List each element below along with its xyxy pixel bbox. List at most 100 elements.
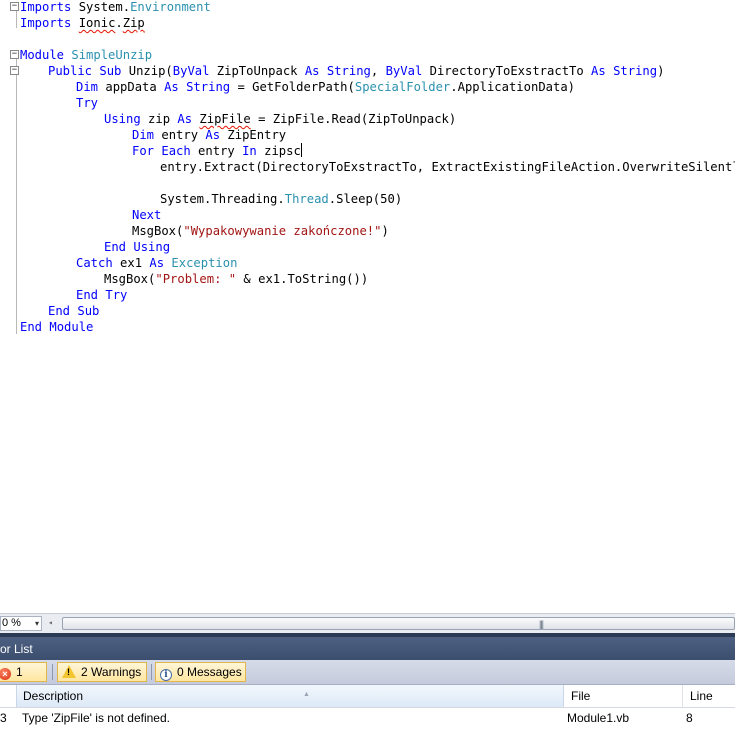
keyword: Each — [161, 144, 191, 158]
keyword: As — [304, 64, 320, 78]
keyword: Using — [104, 112, 141, 126]
code-text: zip — [140, 112, 178, 126]
code-text: , — [370, 64, 386, 78]
code-text: zipsc — [256, 144, 301, 158]
code-line: System.Threading.Thread.Sleep(50) — [160, 191, 402, 207]
code-line: End Module — [20, 319, 93, 335]
code-text: appData — [98, 80, 165, 94]
code-text: ) — [381, 224, 389, 238]
code-line: End Using — [104, 239, 170, 255]
keyword: Imports — [20, 0, 72, 14]
code-line: entry.Extract(DirectoryToExstractTo, Ext… — [160, 159, 735, 175]
code-line: Module SimpleUnzip — [20, 47, 152, 63]
toolbar-separator — [52, 664, 53, 680]
table-row[interactable]: 3 Type 'ZipFile' is not defined. Module1… — [0, 708, 735, 731]
messages-filter-button[interactable]: i 0 Messages — [155, 662, 246, 682]
chevron-down-icon: ▾ — [34, 619, 39, 628]
code-text: System.Threading. — [160, 192, 285, 206]
keyword: ByVal — [172, 64, 210, 78]
error-squiggle-text[interactable]: Ionic — [79, 16, 116, 30]
keyword: Try — [105, 288, 128, 302]
keyword: String — [613, 64, 658, 78]
string-literal: "Wypakowywanie zakończone!" — [183, 224, 382, 238]
sort-ascending-icon: ▲ — [303, 691, 310, 698]
editor-status-strip: 0 % ▾ ◂ ||| — [0, 613, 735, 633]
text-caret — [300, 143, 302, 157]
outline-collapse-module[interactable]: − — [10, 50, 19, 59]
zoom-dropdown[interactable]: 0 % ▾ — [0, 616, 42, 631]
error-squiggle-text[interactable]: ZipFile — [199, 112, 250, 126]
outline-collapse-imports[interactable]: − — [10, 2, 19, 11]
code-text: .ApplicationData) — [450, 80, 576, 94]
code-line: Dim entry As ZipEntry — [132, 127, 286, 143]
keyword: String — [326, 64, 371, 78]
keyword: Imports — [20, 16, 72, 30]
scrollbar-thumb[interactable]: ||| — [62, 617, 735, 630]
keyword: ByVal — [385, 64, 423, 78]
row-description: Type 'ZipFile' is not defined. — [22, 711, 170, 725]
keyword: Dim — [132, 128, 155, 142]
keyword: Try — [76, 96, 99, 110]
keyword: As — [149, 256, 165, 270]
scroll-grip-icon: ||| — [539, 619, 544, 629]
keyword: As — [591, 64, 606, 78]
keyword: Catch — [76, 256, 113, 270]
errors-filter-button[interactable]: ×1 Error — [0, 662, 47, 697]
code-text: MsgBox( — [104, 272, 156, 286]
keyword: End — [48, 304, 71, 318]
code-line: Dim appData As String = GetFolderPath(Sp… — [76, 79, 575, 95]
type-name: Exception — [171, 256, 238, 270]
keyword: Dim — [76, 80, 99, 94]
keyword: As — [177, 112, 193, 126]
code-text: entry.Extract(DirectoryToExstractTo, Ext… — [160, 160, 735, 174]
info-icon: i — [160, 669, 172, 681]
code-text: = ZipFile.Read(ZipToUnpack) — [250, 112, 457, 126]
column-header-line[interactable]: Line — [684, 685, 735, 707]
messages-label: 0 Messages — [177, 665, 242, 679]
code-line: End Try — [76, 287, 127, 303]
string-literal: "Problem: " — [155, 272, 237, 286]
code-line: MsgBox("Problem: " & ex1.ToString()) — [104, 271, 368, 287]
error-list-toolbar: ×1 Error ! 2 Warnings i 0 Messages — [0, 660, 735, 697]
code-text: entry — [190, 144, 243, 158]
row-line: 8 — [686, 711, 693, 725]
keyword: End — [20, 320, 43, 334]
keyword: Sub — [99, 64, 122, 78]
code-line: Next — [132, 207, 161, 223]
column-header-file[interactable]: File — [565, 685, 683, 707]
code-text: . — [115, 16, 123, 30]
keyword: End — [76, 288, 99, 302]
code-text: MsgBox( — [132, 224, 184, 238]
toolbar-separator — [151, 664, 152, 680]
keyword: For — [132, 144, 155, 158]
keyword: Module — [49, 320, 94, 334]
code-line: Try — [76, 95, 98, 111]
error-list-titlebar[interactable]: or List — [0, 633, 735, 660]
code-line: End Sub — [48, 303, 99, 319]
code-text: ) — [657, 64, 665, 78]
error-icon: × — [0, 668, 11, 680]
zoom-value: 0 % — [2, 617, 21, 629]
row-file: Module1.vb — [567, 711, 630, 725]
warnings-filter-button[interactable]: ! 2 Warnings — [57, 662, 147, 682]
code-text: ZipEntry — [220, 128, 287, 142]
scroll-left-icon[interactable]: ◂ — [48, 618, 53, 627]
column-header-description[interactable]: Description ▲ — [16, 685, 564, 707]
type-name: Thread — [284, 192, 329, 206]
code-line: For Each entry In zipsc — [132, 143, 302, 159]
error-squiggle-text[interactable]: Zip — [123, 16, 145, 30]
outline-collapse-sub[interactable]: − — [10, 66, 19, 75]
code-editor[interactable]: − − − Imports System.Environment Imports… — [0, 0, 735, 613]
panel-title: or List — [0, 642, 33, 656]
error-list-column-header: Description ▲ File Line — [0, 685, 735, 708]
horizontal-scrollbar[interactable]: ||| — [62, 617, 735, 630]
keyword: End — [104, 240, 127, 254]
type-name: SimpleUnzip — [71, 48, 153, 62]
code-text: DirectoryToExstractTo — [422, 64, 592, 78]
warnings-label: 2 Warnings — [81, 665, 142, 679]
code-line: Using zip As ZipFile = ZipFile.Read(ZipT… — [104, 111, 456, 127]
